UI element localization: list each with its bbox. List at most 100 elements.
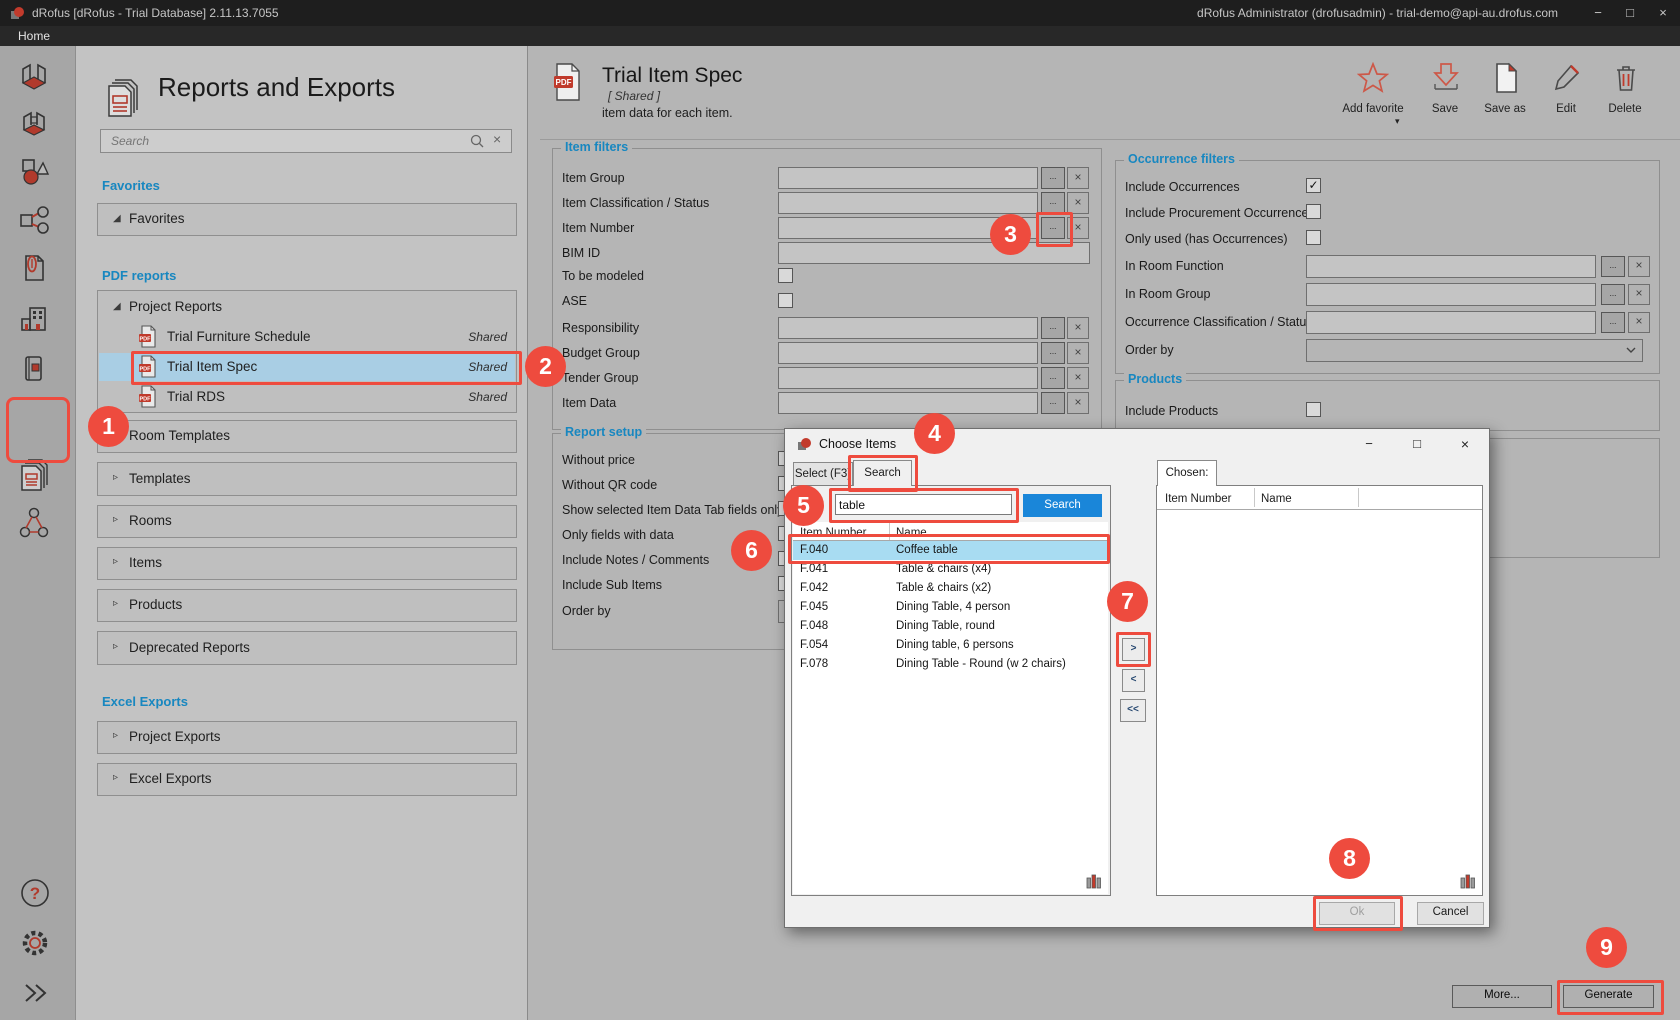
report-row-rds[interactable]: PDF Trial RDS Shared	[99, 383, 515, 411]
save-button[interactable]: Save	[1422, 62, 1468, 132]
minimize-button[interactable]: −	[1584, 3, 1612, 23]
responsibility-input[interactable]	[778, 317, 1038, 339]
collapse-collapsed-icon[interactable]: ▹	[113, 556, 118, 567]
reports-search-input[interactable]	[109, 132, 463, 150]
cancel-button[interactable]: Cancel	[1417, 902, 1484, 925]
table-row[interactable]: F.048 Dining Table, round	[793, 617, 1108, 636]
include-products-checkbox[interactable]	[1306, 402, 1321, 417]
svg-text:PDF: PDF	[556, 78, 572, 87]
include-procurement-checkbox[interactable]	[1306, 204, 1321, 219]
attachments-module-icon[interactable]	[17, 251, 55, 289]
rooms-module-icon[interactable]	[17, 58, 55, 96]
remove-item-button[interactable]: <	[1122, 669, 1145, 692]
item-classification-clear-button[interactable]: ×	[1067, 192, 1089, 214]
group-deprecated-reports[interactable]: ▹ Deprecated Reports	[97, 631, 517, 665]
project-reports-label[interactable]: Project Reports	[129, 299, 222, 314]
group-products[interactable]: ▹ Products	[97, 589, 517, 622]
tender-group-browse-button[interactable]: ...	[1041, 367, 1065, 389]
in-room-function-browse-button[interactable]: ...	[1601, 256, 1625, 277]
group-templates[interactable]: ▹ Templates	[97, 462, 517, 496]
group-project-exports[interactable]: ▹ Project Exports	[97, 721, 517, 754]
dialog-close-button[interactable]: ×	[1451, 434, 1479, 454]
collapse-collapsed-icon[interactable]: ▹	[113, 772, 118, 783]
tab-chosen[interactable]: Chosen:	[1157, 460, 1217, 486]
in-room-group-clear-button[interactable]: ×	[1628, 284, 1650, 305]
item-classification-input[interactable]	[778, 192, 1038, 214]
report-order-by-label: Order by	[562, 604, 611, 618]
dialog-maximize-button[interactable]: □	[1403, 434, 1431, 454]
occurrence-classification-input[interactable]	[1306, 311, 1596, 334]
item-data-input[interactable]	[778, 392, 1038, 414]
item-group-input[interactable]	[778, 167, 1038, 189]
budget-group-browse-button[interactable]: ...	[1041, 342, 1065, 364]
table-row[interactable]: F.045 Dining Table, 4 person	[793, 598, 1108, 617]
save-as-button[interactable]: Save as	[1482, 62, 1528, 132]
collapse-collapsed-icon[interactable]: ▹	[113, 598, 118, 609]
expand-sidebar-icon[interactable]	[17, 975, 55, 1013]
more-button[interactable]: More...	[1452, 985, 1552, 1008]
collapse-collapsed-icon[interactable]: ▹	[113, 472, 118, 483]
table-row[interactable]: F.054 Dining table, 6 persons	[793, 636, 1108, 655]
item-data-browse-button[interactable]: ...	[1041, 392, 1065, 414]
include-occurrences-checkbox[interactable]: ✓	[1306, 178, 1321, 193]
item-data-clear-button[interactable]: ×	[1067, 392, 1089, 414]
to-be-modeled-checkbox[interactable]	[778, 268, 793, 283]
column-settings-icon[interactable]	[1460, 874, 1476, 889]
column-header-item-number[interactable]: Item Number	[1165, 493, 1231, 505]
ase-checkbox[interactable]	[778, 293, 793, 308]
occurrence-classification-clear-button[interactable]: ×	[1628, 312, 1650, 333]
tab-select[interactable]: Select (F3)	[793, 462, 853, 485]
collapse-expanded-icon[interactable]: ◢	[113, 213, 121, 224]
in-room-function-clear-button[interactable]: ×	[1628, 256, 1650, 277]
favorites-group[interactable]: ◢ Favorites	[97, 203, 517, 236]
only-used-checkbox[interactable]	[1306, 230, 1321, 245]
restore-button[interactable]: □	[1616, 3, 1644, 23]
in-room-group-input[interactable]	[1306, 283, 1596, 306]
edit-button[interactable]: Edit	[1543, 62, 1589, 132]
in-room-function-input[interactable]	[1306, 255, 1596, 278]
group-rooms[interactable]: ▹ Rooms	[97, 505, 517, 538]
search-clear-icon[interactable]: ×	[493, 131, 501, 147]
help-icon[interactable]: ?	[17, 875, 55, 913]
in-room-group-browse-button[interactable]: ...	[1601, 284, 1625, 305]
collapse-collapsed-icon[interactable]: ▹	[113, 730, 118, 741]
group-room-templates[interactable]: ▹ Room Templates	[97, 420, 517, 453]
item-group-clear-button[interactable]: ×	[1067, 167, 1089, 189]
tender-group-clear-button[interactable]: ×	[1067, 367, 1089, 389]
add-favorite-button[interactable]: Add favorite ▾	[1343, 62, 1403, 132]
menu-home[interactable]: Home	[18, 29, 50, 43]
remove-all-items-button[interactable]: <<	[1120, 699, 1146, 722]
products-module-icon[interactable]	[17, 203, 55, 241]
settings-gear-icon[interactable]	[17, 925, 55, 963]
occurrence-order-by-dropdown[interactable]	[1306, 339, 1643, 362]
building-module-icon[interactable]	[17, 302, 55, 340]
report-row-furniture-schedule[interactable]: PDF Trial Furniture Schedule Shared	[99, 323, 515, 351]
systems-module-icon[interactable]	[17, 506, 55, 544]
column-settings-icon[interactable]	[1086, 874, 1102, 889]
close-button[interactable]: ×	[1649, 3, 1677, 23]
budget-group-clear-button[interactable]: ×	[1067, 342, 1089, 364]
group-items[interactable]: ▹ Items	[97, 547, 517, 580]
group-excel-exports[interactable]: ▹ Excel Exports	[97, 763, 517, 796]
collapse-collapsed-icon[interactable]: ▹	[113, 641, 118, 652]
standards-module-icon[interactable]	[17, 352, 55, 390]
responsibility-clear-button[interactable]: ×	[1067, 317, 1089, 339]
responsibility-browse-button[interactable]: ...	[1041, 317, 1065, 339]
collapse-collapsed-icon[interactable]: ▹	[113, 514, 118, 525]
pdf-file-icon: PDF	[138, 385, 158, 409]
dialog-minimize-button[interactable]: −	[1355, 434, 1383, 454]
item-classification-browse-button[interactable]: ...	[1041, 192, 1065, 214]
table-row[interactable]: F.042 Table & chairs (x2)	[793, 579, 1108, 598]
tender-group-input[interactable]	[778, 367, 1038, 389]
collapse-expanded-icon[interactable]: ◢	[113, 301, 121, 312]
search-icon[interactable]	[469, 133, 485, 149]
items-module-icon[interactable]	[17, 154, 55, 192]
column-header-name[interactable]: Name	[1261, 493, 1292, 505]
table-row[interactable]: F.078 Dining Table - Round (w 2 chairs)	[793, 655, 1108, 674]
occurrence-classification-browse-button[interactable]: ...	[1601, 312, 1625, 333]
delete-button[interactable]: Delete	[1602, 62, 1648, 132]
dialog-search-button[interactable]: Search	[1023, 494, 1102, 517]
item-group-browse-button[interactable]: ...	[1041, 167, 1065, 189]
room-data-module-icon[interactable]	[17, 105, 55, 143]
budget-group-input[interactable]	[778, 342, 1038, 364]
